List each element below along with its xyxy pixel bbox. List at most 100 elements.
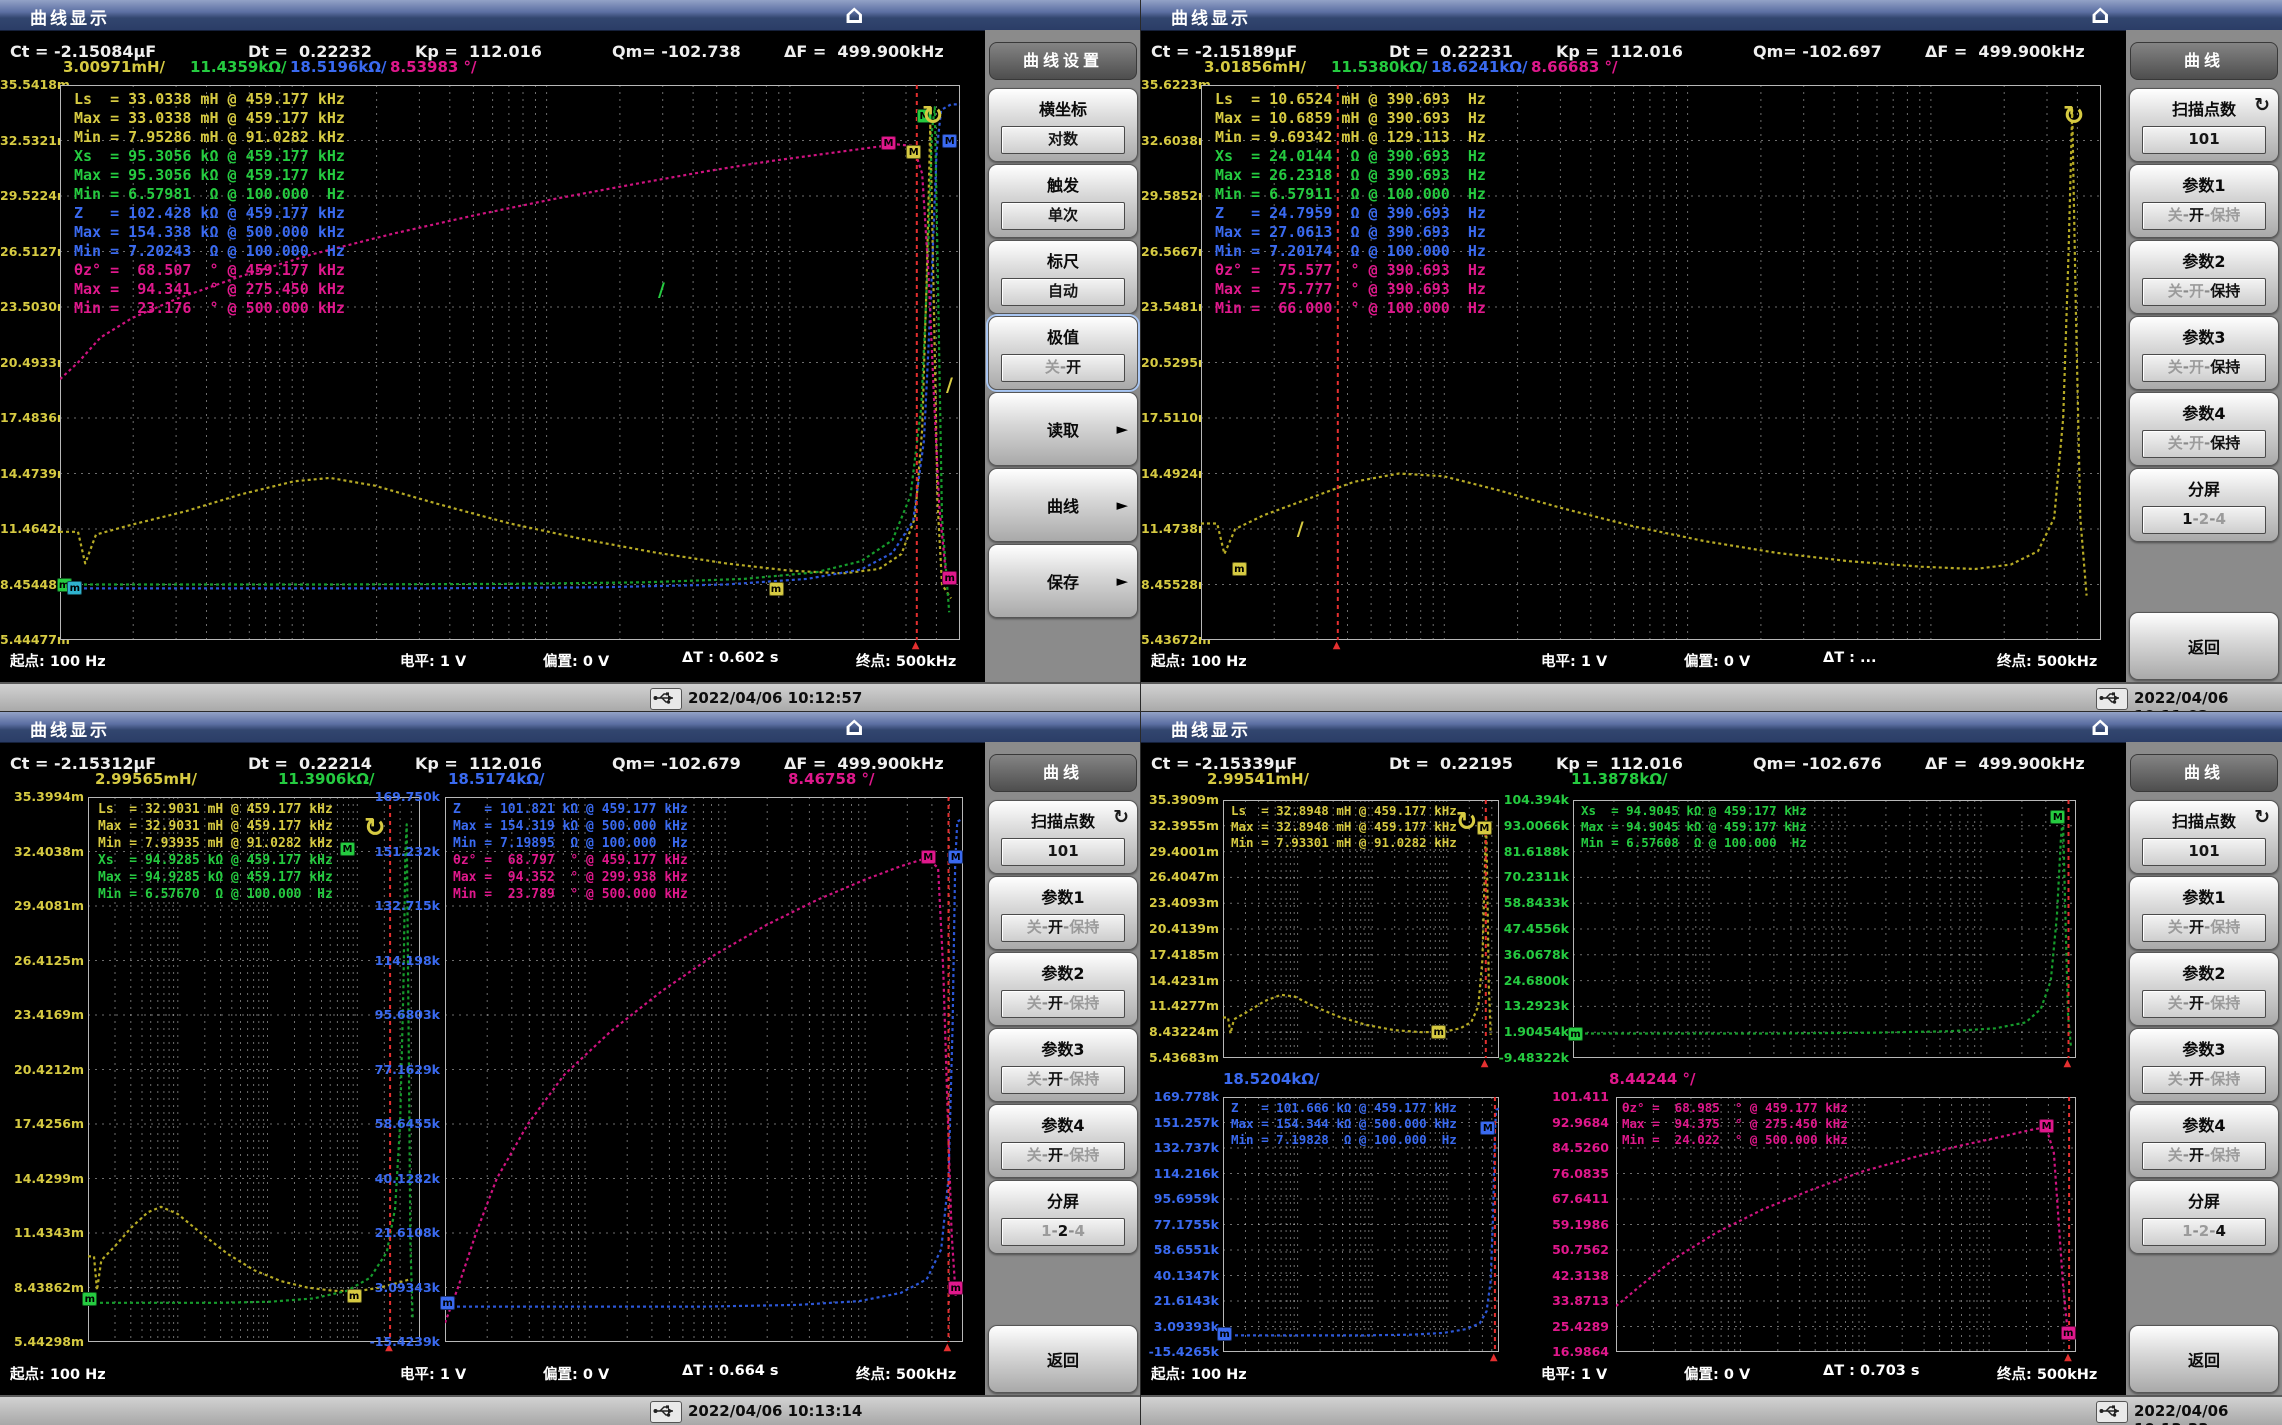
value-box-split-screen[interactable]: 1-2-4 bbox=[1001, 1218, 1125, 1246]
sidebar-button-sweep-points[interactable]: 扫描点数↻101 bbox=[2129, 800, 2279, 874]
value-box-sweep-points[interactable]: 101 bbox=[2142, 126, 2266, 154]
axis-label: 8.43862m bbox=[2, 1280, 84, 1296]
sidebar-button-label: 参数3 bbox=[2130, 324, 2278, 348]
sidebar-button-param3[interactable]: 参数3关-开-保持 bbox=[988, 1028, 1138, 1102]
home-icon[interactable]: ⌂ bbox=[2091, 712, 2110, 742]
sidebar-button-label: 标尺 bbox=[989, 248, 1137, 272]
home-icon[interactable]: ⌂ bbox=[845, 712, 864, 742]
sidebar-button-param1[interactable]: 参数1关-开-保持 bbox=[988, 876, 1138, 950]
sidebar-button-trigger[interactable]: 触发单次 bbox=[988, 164, 1138, 238]
state-option: 4 bbox=[2215, 510, 2225, 528]
value-box-param1[interactable]: 关-开-保持 bbox=[2142, 914, 2266, 942]
axis-label: 32.5321m bbox=[0, 133, 55, 149]
max-marker-badge: M bbox=[921, 850, 936, 864]
sidebar-button-save[interactable]: 保存► bbox=[988, 544, 1138, 618]
sidebar-button-sweep-points[interactable]: 扫描点数↻101 bbox=[988, 800, 1138, 874]
sidebar-title: 曲线 bbox=[2130, 754, 2278, 792]
sidebar-button-param3[interactable]: 参数3 关-开-保持 bbox=[2129, 316, 2279, 390]
legend: Ls = 32.8948 mH @ 459.177 kHzMax = 32.89… bbox=[1231, 803, 1457, 851]
sidebar-button-sweep-points[interactable]: 扫描点数↻101 bbox=[2129, 88, 2279, 162]
legend-line: Max = 27.0613 Ω @ 390.693 Hz bbox=[1215, 223, 1486, 242]
value-box-param2[interactable]: 关-开-保持 bbox=[2142, 990, 2266, 1018]
sidebar-button-split-screen[interactable]: 分屏 1-2-4 bbox=[2129, 1180, 2279, 1254]
sidebar-button-label: 分屏 bbox=[2130, 1188, 2278, 1212]
axis-label: 35.3909m bbox=[1143, 792, 1219, 808]
legend-line: Max = 94.9045 kΩ @ 459.177 kHz bbox=[1581, 819, 1807, 835]
sidebar-button-label: 参数1 bbox=[2130, 172, 2278, 196]
sidebar-title: 曲线 bbox=[989, 754, 1137, 792]
value-box-param3[interactable]: 关-开-保持 bbox=[2142, 1066, 2266, 1094]
value-box-extremes[interactable]: 关-开 bbox=[1001, 354, 1125, 382]
axis-label: 58.6455k bbox=[362, 1116, 440, 1132]
back-button[interactable]: 返回 bbox=[2129, 612, 2279, 680]
value-box-param2[interactable]: 关-开-保持 bbox=[2142, 278, 2266, 306]
home-icon[interactable]: ⌂ bbox=[845, 0, 864, 30]
header-item-df: ΔF = 499.900kHz bbox=[1925, 42, 2085, 61]
sidebar-button-param1[interactable]: 参数1 关-开-保持 bbox=[2129, 164, 2279, 238]
axis-label: 26.5127m bbox=[0, 244, 55, 260]
sidebar-button-x-axis-mode[interactable]: 横坐标对数 bbox=[988, 88, 1138, 162]
sidebar-button-param4[interactable]: 参数4关-开-保持 bbox=[2129, 392, 2279, 466]
sidebar-button-split-screen[interactable]: 分屏1-2-4 bbox=[988, 1180, 1138, 1254]
sidebar-button-scale-ruler[interactable]: 标尺自动 bbox=[988, 240, 1138, 314]
state-option: 关 bbox=[2168, 434, 2183, 452]
state-option: 开 bbox=[2189, 358, 2204, 376]
legend-line: Max = 94.9285 kΩ @ 459.177 kHz bbox=[98, 869, 333, 886]
sidebar-button-read[interactable]: 读取► bbox=[988, 392, 1138, 466]
sidebar-button-param3[interactable]: 参数3关-开-保持 bbox=[2129, 1028, 2279, 1102]
scale-label-3: 8.53983 °/ bbox=[390, 58, 477, 76]
axis-label: 76.0835 bbox=[1539, 1166, 1609, 1182]
max-marker-badge: M bbox=[1477, 821, 1492, 835]
value-box-param4[interactable]: 关-开-保持 bbox=[1001, 1142, 1125, 1170]
state-option: 关 bbox=[2168, 1146, 2183, 1164]
value-box-sweep-points[interactable]: 101 bbox=[2142, 838, 2266, 866]
back-button[interactable]: 返回 bbox=[988, 1325, 1138, 1393]
state-option: 关 bbox=[2168, 1070, 2183, 1088]
axis-label: 11.4277m bbox=[1143, 998, 1219, 1014]
sidebar-button-split-screen[interactable]: 分屏1-2-4 bbox=[2129, 468, 2279, 542]
sidebar-button-param2[interactable]: 参数2关-开-保持 bbox=[2129, 240, 2279, 314]
legend-line: θz° = 68.797 ° @ 459.177 kHz bbox=[453, 852, 688, 869]
value-box-param3[interactable]: 关-开-保持 bbox=[2142, 354, 2266, 382]
legend-line: θz° = 75.577 ° @ 390.693 Hz bbox=[1215, 261, 1486, 280]
value-box-param4[interactable]: 关-开-保持 bbox=[2142, 1142, 2266, 1170]
value-box-split-screen[interactable]: 1-2-4 bbox=[2142, 506, 2266, 534]
home-icon[interactable]: ⌂ bbox=[2091, 0, 2110, 30]
state-option: 保持 bbox=[2210, 206, 2240, 224]
min-marker-badge: m bbox=[942, 571, 957, 585]
value-box-x-axis-mode[interactable]: 对数 bbox=[1001, 126, 1125, 154]
sweep-rotate-icon: ↻ bbox=[922, 103, 944, 129]
state-option: 2 bbox=[2199, 1222, 2209, 1240]
sidebar-button-curve[interactable]: 曲线► bbox=[988, 468, 1138, 542]
sidebar-button-extremes[interactable]: 极值关-开 bbox=[988, 316, 1138, 390]
value-box-scale-ruler[interactable]: 自动 bbox=[1001, 278, 1125, 306]
sidebar-button-param4[interactable]: 参数4关-开-保持 bbox=[2129, 1104, 2279, 1178]
header-item-qm: Qm= -102.738 bbox=[612, 42, 741, 61]
legend-line: Max = 154.319 kΩ @ 500.000 kHz bbox=[453, 818, 688, 835]
value-box-split-screen[interactable]: 1-2-4 bbox=[2142, 1218, 2266, 1246]
legend-line: Z = 24.7959 Ω @ 390.693 Hz bbox=[1215, 204, 1486, 223]
axis-label: 23.5030m bbox=[0, 299, 55, 315]
sidebar-button-param1[interactable]: 参数1关-开-保持 bbox=[2129, 876, 2279, 950]
max-marker-badge: M bbox=[340, 842, 355, 856]
value-box-param2[interactable]: 关-开-保持 bbox=[1001, 990, 1125, 1018]
min-marker-badge: m bbox=[347, 1289, 362, 1303]
sidebar-button-param4[interactable]: 参数4关-开-保持 bbox=[988, 1104, 1138, 1178]
value-box-param4[interactable]: 关-开-保持 bbox=[2142, 430, 2266, 458]
legend: θz° = 68.985 ° @ 459.177 kHzMax = 94.375… bbox=[1622, 1100, 1848, 1148]
value-box-sweep-points[interactable]: 101 bbox=[1001, 838, 1125, 866]
axis-label: 20.4212m bbox=[2, 1062, 84, 1078]
axis-label: 8.45448m bbox=[0, 577, 55, 593]
axis-label: 67.6411 bbox=[1539, 1191, 1609, 1207]
title-bar: 曲线显示⌂ bbox=[1141, 0, 2282, 31]
back-button[interactable]: 返回 bbox=[2129, 1325, 2279, 1393]
value-box-trigger[interactable]: 单次 bbox=[1001, 202, 1125, 230]
sidebar-button-param2[interactable]: 参数2关-开-保持 bbox=[988, 952, 1138, 1026]
usb-glyph bbox=[651, 689, 679, 707]
sidebar-button-param2[interactable]: 参数2关-开-保持 bbox=[2129, 952, 2279, 1026]
axis-label: 32.3955m bbox=[1143, 818, 1219, 834]
value-box-param3[interactable]: 关-开-保持 bbox=[1001, 1066, 1125, 1094]
value-box-param1[interactable]: 关-开-保持 bbox=[1001, 914, 1125, 942]
value-box-param1[interactable]: 关-开-保持 bbox=[2142, 202, 2266, 230]
cursor-marker: ▲ bbox=[1481, 1059, 1489, 1069]
